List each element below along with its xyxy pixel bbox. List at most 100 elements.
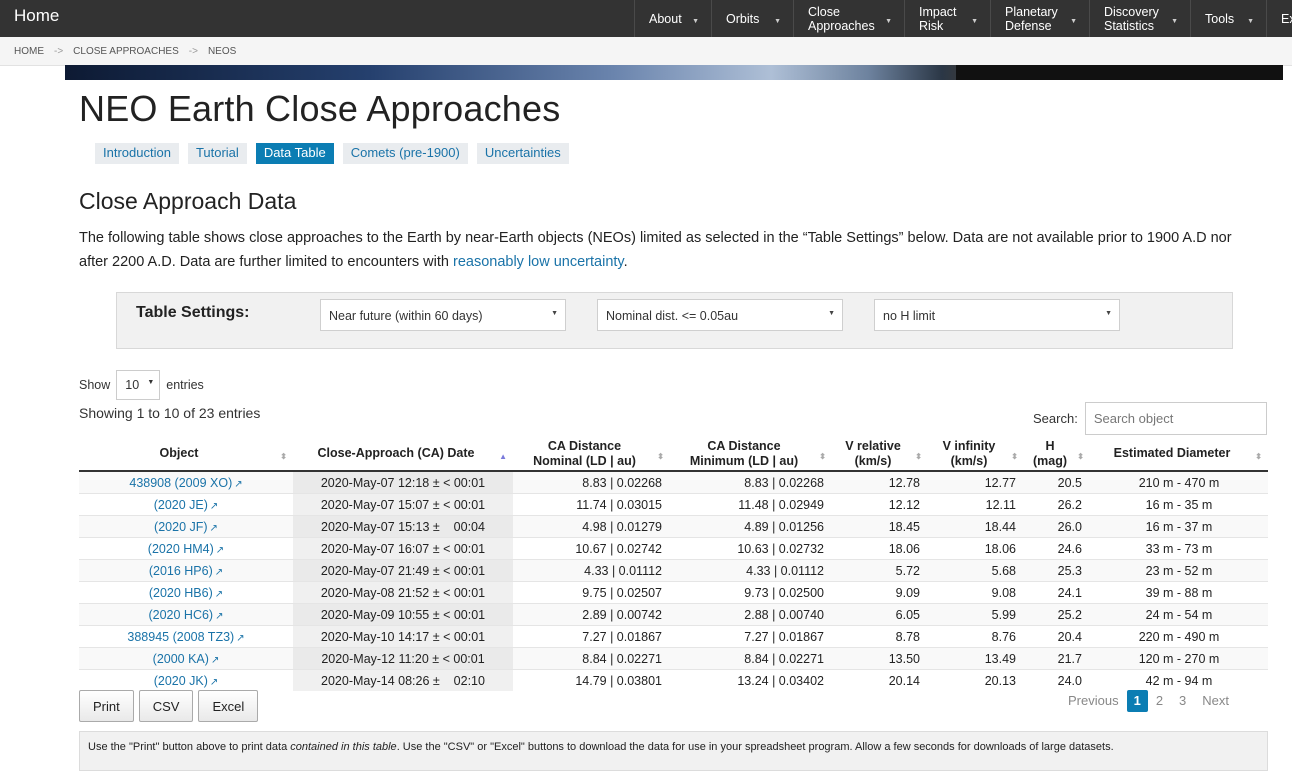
table-cell: 18.45 <box>832 515 928 538</box>
table-row: (2016 HP6) ↗ 2020-May-07 21:49 ± < 00:01 4.… <box>79 559 1268 582</box>
distance-select[interactable]: Nominal dist. <= 0.05au ▼ <box>597 299 843 331</box>
external-link-icon[interactable]: ↗ <box>210 677 218 688</box>
cell-value: 18.45 <box>888 519 920 534</box>
search-input[interactable]: Search object <box>1084 402 1267 435</box>
external-link-icon[interactable]: ↗ <box>215 611 223 622</box>
col-object-label: Object <box>159 446 199 460</box>
cell-value: 24.1 <box>1057 585 1082 600</box>
external-link-icon[interactable]: ↗ <box>210 523 218 534</box>
cell-value: 12.78 <box>888 475 920 490</box>
table-cell: 10.67 | 0.02742 <box>513 537 670 560</box>
table-cell: 4.89 | 0.01256 <box>670 515 832 538</box>
page-1-button[interactable]: 1 <box>1126 690 1148 712</box>
nav-extra[interactable]: Ex <box>1266 0 1292 37</box>
object-link[interactable]: (2016 HP6) <box>149 564 213 578</box>
next-button[interactable]: Next <box>1194 690 1237 712</box>
nav-about[interactable]: About ▼ <box>634 0 711 37</box>
page-3-button[interactable]: 3 <box>1171 690 1194 712</box>
table-cell: (2020 JK) ↗ <box>79 669 293 691</box>
object-link[interactable]: (2000 KA) <box>153 652 209 666</box>
table-cell: 24.1 <box>1024 581 1090 604</box>
table-cell: 9.08 <box>928 581 1024 604</box>
cell-value: 25.2 <box>1057 607 1082 622</box>
object-link[interactable]: (2020 JK) <box>154 674 208 688</box>
table-cell: 2020-May-07 21:49 ± < 00:01 <box>293 559 513 582</box>
tab-tutorial[interactable]: Tutorial <box>187 143 247 164</box>
table-cell: 220 m - 490 m <box>1090 625 1268 648</box>
table-row: 388945 (2008 TZ3) ↗ 2020-May-10 14:17 ± < … <box>79 625 1268 648</box>
table-cell: 12.11 <box>928 493 1024 516</box>
export-buttons: Print CSV Excel <box>79 690 259 722</box>
uncertainty-link[interactable]: reasonably low uncertainty <box>453 254 624 270</box>
object-link[interactable]: (2020 JE) <box>154 498 208 512</box>
external-link-icon[interactable]: ↗ <box>234 479 242 490</box>
table-cell: 7.27 | 0.01867 <box>670 625 832 648</box>
object-link[interactable]: (2020 HM4) <box>148 542 214 556</box>
cell-value: 24.6 <box>1057 541 1082 556</box>
table-row: 438908 (2009 XO) ↗ 2020-May-07 12:18 ± < 0… <box>79 470 1268 494</box>
table-cell: 8.84 | 0.02271 <box>513 647 670 670</box>
cell-value: 9.75 | 0.02507 <box>582 585 662 600</box>
page-2-button[interactable]: 2 <box>1148 690 1171 712</box>
col-nominal-distance[interactable]: CA Distance Nominal (LD | au) ⬍ <box>513 435 670 472</box>
nav-orbits-label: Orbits <box>726 11 760 26</box>
page-length-select[interactable]: 10 ▼ <box>116 370 161 400</box>
cell-value: 18.44 <box>984 519 1016 534</box>
col-diameter[interactable]: Estimated Diameter ⬍ <box>1090 435 1268 472</box>
nav-impact-risk[interactable]: Impact Risk ▼ <box>904 0 990 37</box>
chevron-down-icon: ▼ <box>1171 18 1178 25</box>
note-text-b: . Use the "CSV" or "Excel" buttons to do… <box>396 741 1114 753</box>
table-cell: (2020 HM4) ↗ <box>79 537 293 560</box>
cell-value: 20.13 <box>984 673 1016 688</box>
object-link[interactable]: 438908 (2009 XO) <box>129 476 232 490</box>
sort-icon: ⬍ <box>1255 452 1262 461</box>
intro-end: . <box>623 254 628 270</box>
object-link[interactable]: (2020 HC6) <box>148 608 213 622</box>
col-h-mag[interactable]: H (mag) ⬍ <box>1024 435 1090 472</box>
external-link-icon[interactable]: ↗ <box>215 589 223 600</box>
nav-discovery-statistics[interactable]: Discovery Statistics ▼ <box>1089 0 1190 37</box>
external-link-icon[interactable]: ↗ <box>215 567 223 578</box>
tab-data-table[interactable]: Data Table <box>255 143 334 164</box>
col-v-infinity-label: V infinity (km/s) <box>942 438 996 468</box>
nav-close-approaches[interactable]: Close Approaches ▼ <box>793 0 904 37</box>
table-cell: 18.06 <box>832 537 928 560</box>
table-cell: 2020-May-07 16:07 ± < 00:01 <box>293 537 513 560</box>
object-link[interactable]: 388945 (2008 TZ3) <box>127 630 234 644</box>
col-minimum-distance[interactable]: CA Distance Minimum (LD | au) ⬍ <box>670 435 832 472</box>
object-link[interactable]: (2020 HB6) <box>149 586 213 600</box>
external-link-icon[interactable]: ↗ <box>236 633 244 644</box>
cell-value: 26.2 <box>1057 497 1082 512</box>
nav-planetary-defense[interactable]: Planetary Defense ▼ <box>990 0 1089 37</box>
table-cell: (2016 HP6) ↗ <box>79 559 293 582</box>
external-link-icon[interactable]: ↗ <box>211 655 219 666</box>
col-date[interactable]: Close-Approach (CA) Date ▲ <box>293 435 513 472</box>
tab-uncertainties[interactable]: Uncertainties <box>476 143 569 164</box>
excel-button[interactable]: Excel <box>198 690 259 722</box>
sort-icon: ⬍ <box>915 452 922 461</box>
h-limit-select[interactable]: no H limit ▼ <box>874 299 1120 331</box>
tab-introduction[interactable]: Introduction <box>95 143 179 164</box>
time-range-select[interactable]: Near future (within 60 days) ▼ <box>320 299 566 331</box>
table-cell: 20.5 <box>1024 470 1090 494</box>
col-v-infinity[interactable]: V infinity (km/s) ⬍ <box>928 435 1024 472</box>
external-link-icon[interactable]: ↗ <box>216 545 224 556</box>
cell-value: 39 m - 88 m <box>1145 585 1213 600</box>
col-h-mag-label: H (mag) <box>1032 438 1068 468</box>
tab-comets[interactable]: Comets (pre-1900) <box>342 143 468 164</box>
breadcrumb-home[interactable]: HOME <box>14 46 44 57</box>
print-button[interactable]: Print <box>79 690 134 722</box>
table-cell: 2020-May-14 08:26 ± 02:10 <box>293 669 513 691</box>
nav-tools[interactable]: Tools ▼ <box>1190 0 1266 37</box>
previous-button[interactable]: Previous <box>1060 690 1127 712</box>
nav-orbits[interactable]: Orbits ▼ <box>711 0 793 37</box>
object-link[interactable]: (2020 JF) <box>154 520 208 534</box>
col-object[interactable]: Object ⬍ <box>79 435 293 472</box>
csv-button[interactable]: CSV <box>138 690 194 722</box>
home-link[interactable]: Home <box>14 6 59 26</box>
external-link-icon[interactable]: ↗ <box>210 501 218 512</box>
breadcrumb-close-approaches[interactable]: CLOSE APPROACHES <box>73 46 179 57</box>
col-v-relative[interactable]: V relative (km/s) ⬍ <box>832 435 928 472</box>
cell-value: 11.48 | 0.02949 <box>738 497 824 512</box>
table-cell: (2020 HB6) ↗ <box>79 581 293 604</box>
